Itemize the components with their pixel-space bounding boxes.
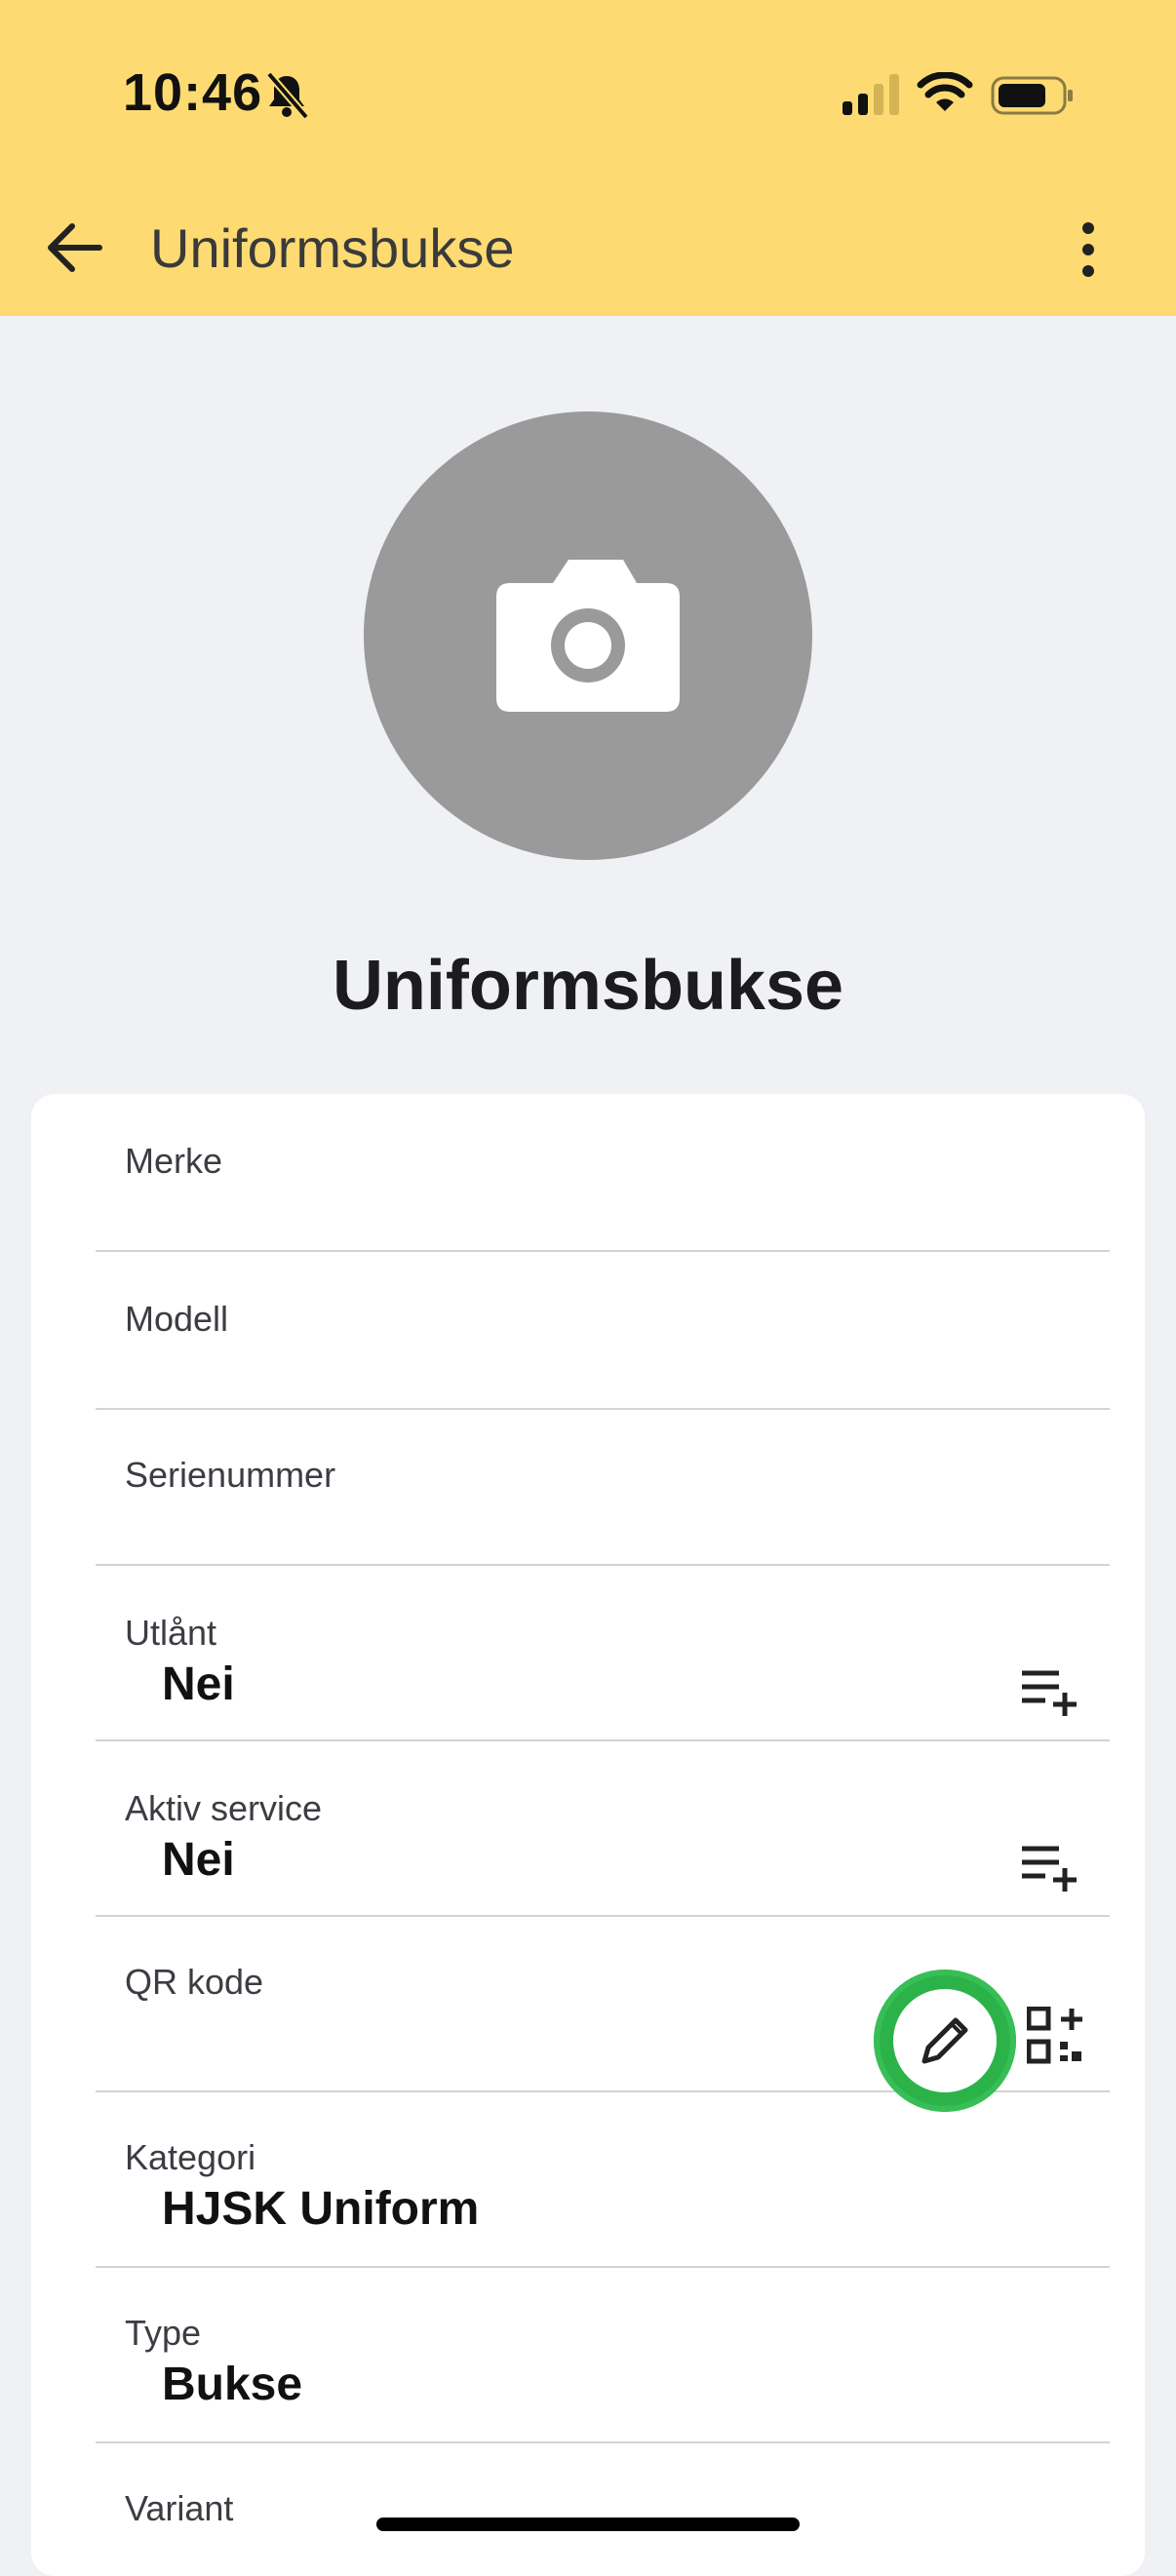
field-modell[interactable]: Modell — [96, 1252, 1110, 1410]
field-label: Utlånt — [125, 1613, 217, 1653]
field-value: Nei — [162, 1834, 235, 1886]
field-type[interactable]: Type Bukse — [96, 2268, 1110, 2443]
battery-icon — [991, 76, 1073, 115]
playlist-add-icon[interactable] — [1020, 1667, 1082, 1718]
field-serienummer[interactable]: Serienummer — [96, 1410, 1110, 1566]
field-label: Merke — [125, 1141, 223, 1181]
pencil-icon — [921, 2017, 968, 2064]
item-name: Uniformsbukse — [332, 947, 844, 1025]
field-aktiv-service[interactable]: Aktiv service Nei — [96, 1741, 1110, 1917]
field-value: Bukse — [162, 2359, 303, 2410]
more-vertical-icon[interactable] — [1065, 220, 1112, 279]
field-label: Serienummer — [125, 1455, 336, 1495]
home-indicator — [376, 2517, 800, 2531]
field-label: Type — [125, 2313, 202, 2353]
app-header: 10:46 Uniformsbukse — [0, 0, 1176, 316]
wifi-icon — [917, 72, 973, 111]
field-label: Modell — [125, 1299, 229, 1339]
bell-slash-icon — [265, 71, 310, 120]
field-label: Variant — [125, 2488, 234, 2528]
playlist-add-icon[interactable] — [1020, 1843, 1082, 1893]
qr-code-add-icon[interactable] — [1027, 2007, 1085, 2065]
edit-qr-button[interactable] — [874, 1970, 1016, 2112]
camera-icon — [496, 560, 680, 712]
item-photo[interactable] — [364, 411, 812, 860]
field-value: Nei — [162, 1659, 235, 1710]
field-label: Aktiv service — [125, 1788, 323, 1828]
field-label: QR kode — [125, 1962, 264, 2002]
status-time: 10:46 — [123, 63, 263, 122]
page-title: Uniformsbukse — [150, 217, 515, 279]
field-label: Kategori — [125, 2137, 256, 2177]
field-variant[interactable]: Variant — [96, 2443, 1110, 2551]
field-utlant[interactable]: Utlånt Nei — [96, 1566, 1110, 1741]
field-merke[interactable]: Merke — [96, 1094, 1110, 1252]
field-kategori[interactable]: Kategori HJSK Uniform — [96, 2092, 1110, 2268]
back-arrow-icon[interactable] — [43, 220, 103, 275]
signal-icon — [843, 74, 899, 115]
field-value: HJSK Uniform — [162, 2183, 480, 2235]
